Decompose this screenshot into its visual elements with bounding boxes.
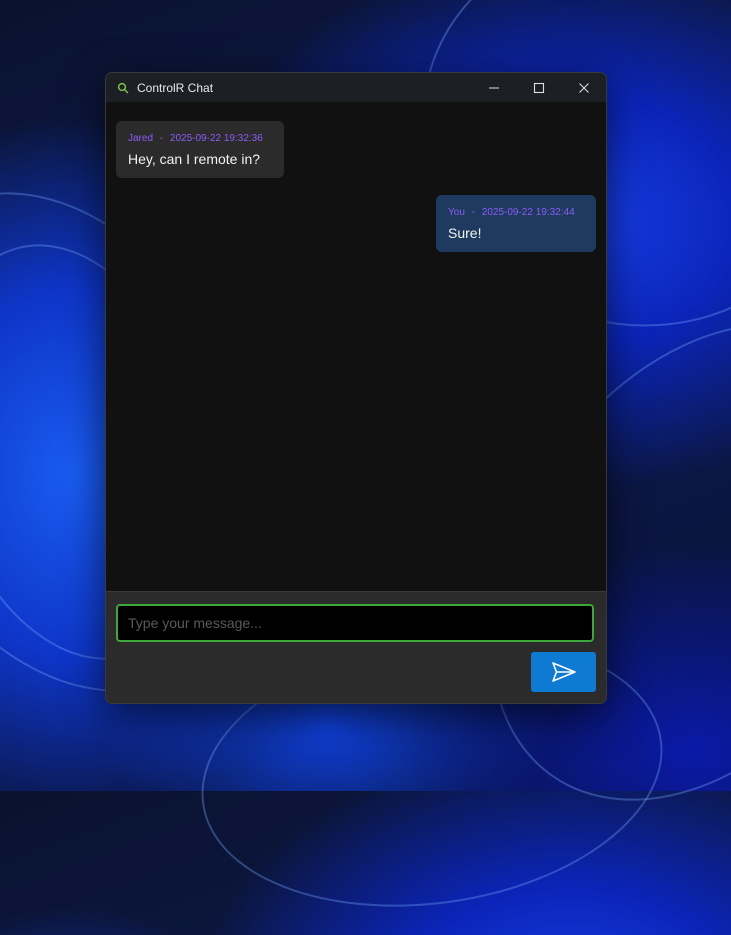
message-text: Hey, can I remote in?	[128, 151, 261, 167]
app-icon	[116, 81, 130, 95]
message-text: Sure!	[448, 225, 482, 241]
title-bar[interactable]: ControlR Chat	[106, 73, 606, 102]
message-sender: You	[448, 207, 465, 218]
message-bubble-incoming: Jared - 2025-09-22 19:32:36 Hey, can I r…	[116, 121, 284, 178]
message-timestamp: 2025-09-22 19:32:36	[169, 133, 263, 144]
window-controls	[471, 73, 606, 102]
meta-separator: -	[159, 133, 164, 144]
minimize-icon	[488, 86, 499, 89]
message-list[interactable]: Jared - 2025-09-22 19:32:36 Hey, can I r…	[106, 102, 606, 591]
minimize-button[interactable]	[471, 73, 516, 102]
close-icon	[578, 82, 589, 93]
window-title: ControlR Chat	[137, 80, 214, 95]
send-button[interactable]	[531, 652, 596, 692]
chat-window: ControlR Chat Jared - 2025-09-22 19:32:3…	[105, 72, 607, 704]
meta-separator: -	[471, 207, 475, 218]
send-icon	[551, 662, 576, 682]
message-meta: Jared - 2025-09-22 19:32:36	[128, 133, 263, 144]
message-bubble-outgoing: You - 2025-09-22 19:32:44 Sure!	[436, 195, 596, 252]
message-meta: You - 2025-09-22 19:32:44	[448, 207, 575, 218]
maximize-icon	[533, 82, 544, 93]
maximize-button[interactable]	[516, 73, 561, 102]
composer	[106, 591, 606, 703]
message-input[interactable]	[116, 604, 594, 642]
close-button[interactable]	[561, 73, 606, 102]
message-sender: Jared	[128, 133, 154, 144]
message-timestamp: 2025-09-22 19:32:44	[481, 207, 575, 218]
